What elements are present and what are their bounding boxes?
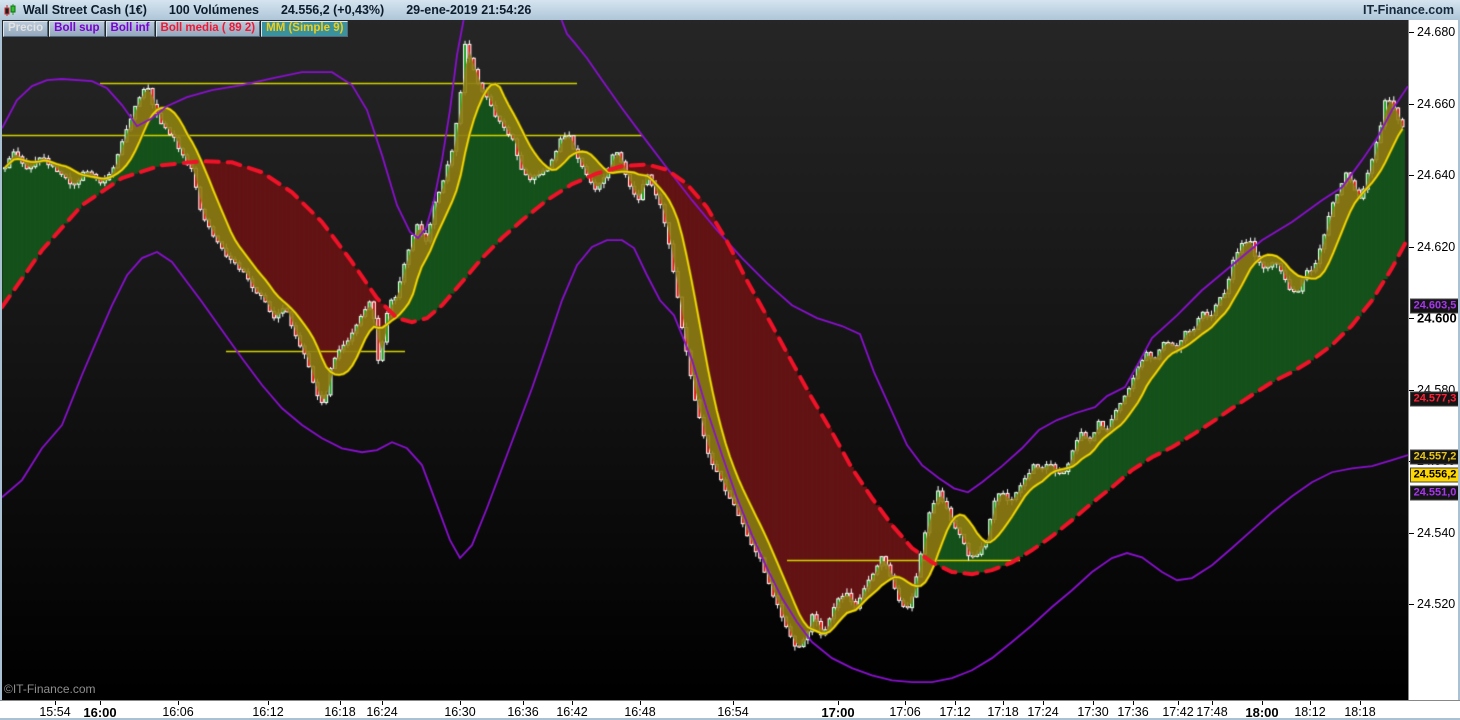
time-label: 17:06 xyxy=(889,705,921,719)
legend-button-precio[interactable]: Precio xyxy=(3,21,49,37)
feed-label: 100 Volúmenes xyxy=(168,3,259,17)
title-bar: Wall Street Cash (1€) 100 Volúmenes 24.5… xyxy=(0,0,1460,21)
legend-button-boll-media-89-2[interactable]: Boll media ( 89 2) xyxy=(155,21,261,37)
time-label: 17:24 xyxy=(1027,705,1059,719)
window-frame-left xyxy=(0,20,2,700)
watermark: ©IT-Finance.com xyxy=(4,682,96,696)
time-label: 16:06 xyxy=(162,705,194,719)
chart-region: Precio Boll sup Boll inf Boll media ( 89 2)… xyxy=(0,20,1460,700)
price-tick-label: 24.540 xyxy=(1417,525,1456,540)
price-tag: 24.556,2 xyxy=(1410,467,1460,483)
price-tag: 24.577,3 xyxy=(1410,391,1460,407)
legend-button-boll-inf[interactable]: Boll inf xyxy=(105,21,155,37)
candlestick-logo-icon xyxy=(4,3,17,17)
time-label: 18:18 xyxy=(1344,705,1376,719)
price-tick xyxy=(1409,32,1414,33)
price-tick-label: 24.520 xyxy=(1417,597,1456,612)
time-label: 16:36 xyxy=(507,705,539,719)
time-label: 17:18 xyxy=(987,705,1019,719)
price-tick-label: 24.620 xyxy=(1417,239,1456,254)
trading-app-window: Wall Street Cash (1€) 100 Volúmenes 24.5… xyxy=(0,0,1460,720)
price-tag: 24.603,5 xyxy=(1410,298,1460,314)
price-tag: 24.557,2 xyxy=(1410,449,1460,465)
time-label: 16:42 xyxy=(556,705,588,719)
price-axis[interactable]: 24.680 24.660 24.640 24.620 24.600 24.580 24.5… xyxy=(1408,20,1460,700)
time-label: 17:36 xyxy=(1117,705,1149,719)
time-label: 17:30 xyxy=(1077,705,1109,719)
brand-label: IT-Finance.com xyxy=(1363,3,1454,17)
time-label: 16:48 xyxy=(624,705,656,719)
time-label: 16:24 xyxy=(366,705,398,719)
time-label: 16:30 xyxy=(444,705,476,719)
instrument-title: Wall Street Cash (1€) xyxy=(23,3,147,17)
price-tag: 24.551,0 xyxy=(1410,485,1460,501)
legend-button-boll-sup[interactable]: Boll sup xyxy=(49,21,105,37)
price-tick xyxy=(1409,247,1414,248)
price-tick xyxy=(1409,604,1414,605)
indicator-legend: Precio Boll sup Boll inf Boll media ( 89 2)… xyxy=(3,21,349,37)
price-tick xyxy=(1409,175,1414,176)
datetime-label: 29-ene-2019 21:54:26 xyxy=(406,3,532,17)
last-price-header: 24.556,2 (+0,43%) xyxy=(280,3,385,17)
time-axis[interactable]: 15:54 16:00 16:06 16:12 16:18 16:24 16:30 16:36… xyxy=(0,700,1460,720)
price-tick xyxy=(1409,104,1414,105)
time-label: 17:48 xyxy=(1196,705,1228,719)
price-tick-label: 24.640 xyxy=(1417,168,1456,183)
chart-plot-area[interactable] xyxy=(2,20,1408,700)
time-label: 16:18 xyxy=(324,705,356,719)
time-label: 16:12 xyxy=(252,705,284,719)
price-tick-label: 24.660 xyxy=(1417,96,1456,111)
time-label: 15:54 xyxy=(39,705,71,719)
price-tick-label: 24.680 xyxy=(1417,25,1456,40)
price-tick xyxy=(1409,533,1414,534)
time-label: 18:12 xyxy=(1294,705,1326,719)
time-label: 17:12 xyxy=(939,705,971,719)
price-tick xyxy=(1409,318,1414,319)
legend-button-mm-simple-9[interactable]: MM (Simple 9) xyxy=(261,21,349,37)
time-label: 17:42 xyxy=(1162,705,1194,719)
time-label: 16:54 xyxy=(717,705,749,719)
